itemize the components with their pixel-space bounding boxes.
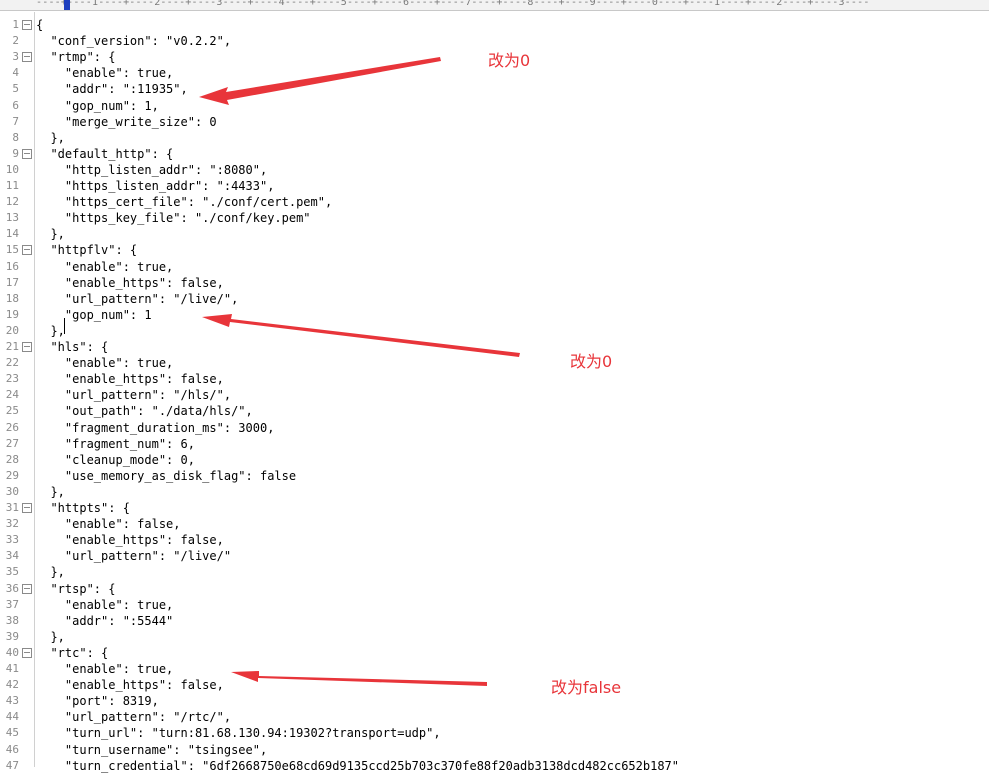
annotation-note-httpflv: 改为0 xyxy=(570,352,613,371)
annotation-note-rtc: 改为false xyxy=(551,678,622,697)
arrow-to-rtmp-gop-num xyxy=(199,57,441,105)
annotation-note-rtmp: 改为0 xyxy=(488,51,531,70)
arrow-to-rtc-enable-https xyxy=(231,671,487,686)
arrow-to-httpflv-gop-num xyxy=(202,314,520,357)
annotation-arrows xyxy=(199,57,520,686)
